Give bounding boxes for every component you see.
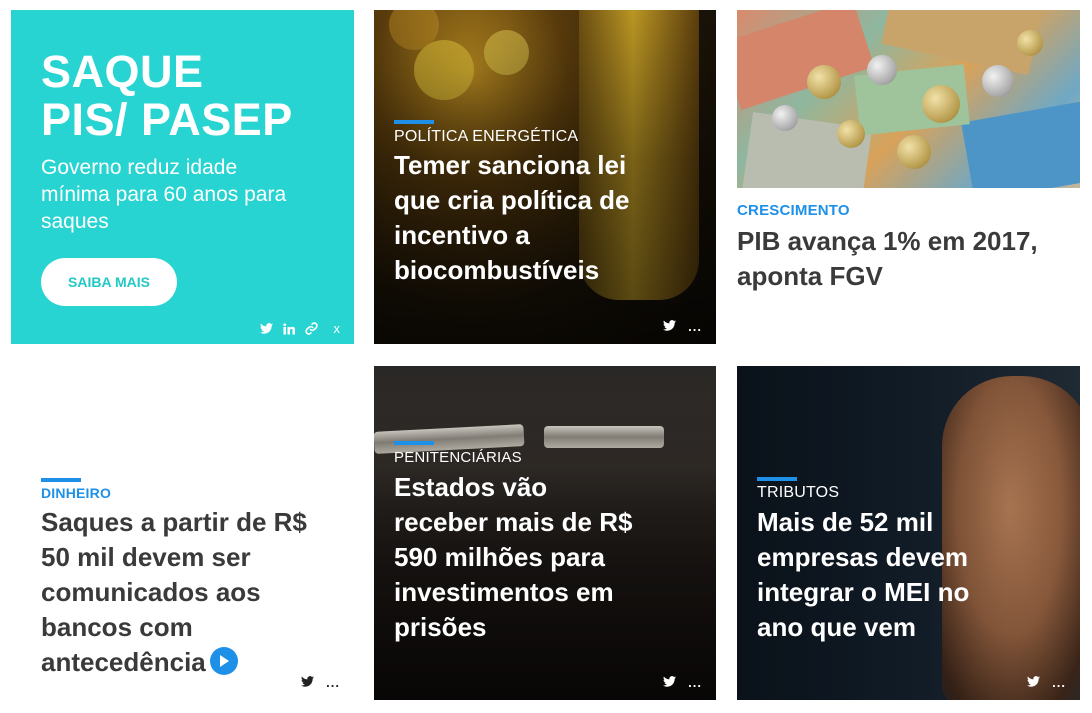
twitter-icon[interactable] xyxy=(1027,674,1041,692)
promo-title-line2: PIS/ PASEP xyxy=(41,94,293,145)
twitter-icon[interactable] xyxy=(663,674,677,692)
category-accent-bar xyxy=(41,478,81,482)
headline[interactable]: Temer sanciona lei que cria política de … xyxy=(394,148,639,288)
money-photo xyxy=(737,10,1080,188)
category-label[interactable]: DINHEIRO xyxy=(41,485,111,501)
linkedin-icon[interactable] xyxy=(282,322,295,335)
twitter-icon[interactable] xyxy=(663,318,677,336)
headline-text: Saques a partir de R$ 50 mil devem ser c… xyxy=(41,507,307,677)
twitter-icon[interactable] xyxy=(259,323,273,334)
news-card-pib[interactable]: CRESCIMENTO PIB avança 1% em 2017, apont… xyxy=(737,10,1080,344)
promo-share-bar: x xyxy=(259,321,341,336)
category-accent-bar xyxy=(394,441,434,445)
news-card-biocombustiveis[interactable]: POLÍTICA ENERGÉTICA Temer sanciona lei q… xyxy=(374,10,716,344)
play-icon[interactable] xyxy=(209,647,238,676)
card-actions: ... xyxy=(301,674,340,692)
more-icon[interactable]: ... xyxy=(326,676,340,689)
category-label[interactable]: CRESCIMENTO xyxy=(737,202,850,219)
headline[interactable]: Saques a partir de R$ 50 mil devem ser c… xyxy=(41,505,321,680)
news-card-dinheiro[interactable]: DINHEIRO Saques a partir de R$ 50 mil de… xyxy=(11,366,354,700)
twitter-icon[interactable] xyxy=(301,674,315,692)
promo-card[interactable]: SAQUE PIS/ PASEP Governo reduz idade míni… xyxy=(11,10,354,344)
card-actions: ... xyxy=(663,318,702,336)
more-icon[interactable]: ... xyxy=(688,320,702,333)
category-label[interactable]: TRIBUTOS xyxy=(757,484,839,502)
close-icon[interactable]: x xyxy=(334,321,341,336)
category-accent-bar xyxy=(757,477,797,481)
category-accent-bar xyxy=(394,120,434,124)
saiba-mais-button[interactable]: SAIBA MAIS xyxy=(41,258,177,306)
promo-title-line1: SAQUE xyxy=(41,46,204,97)
card-actions: ... xyxy=(663,674,702,692)
promo-subtitle: Governo reduz idade mínima para 60 anos … xyxy=(41,156,287,233)
promo-title: SAQUE PIS/ PASEP xyxy=(41,48,293,144)
news-card-tributos[interactable]: TRIBUTOS Mais de 52 mil empresas devem i… xyxy=(737,366,1080,700)
category-label[interactable]: POLÍTICA ENERGÉTICA xyxy=(394,128,578,146)
news-card-penitenciarias[interactable]: PENITENCIÁRIAS Estados vão receber mais … xyxy=(374,366,716,700)
headline[interactable]: PIB avança 1% em 2017, aponta FGV xyxy=(737,224,1072,294)
category-label[interactable]: PENITENCIÁRIAS xyxy=(394,449,522,466)
more-icon[interactable]: ... xyxy=(688,676,702,689)
headline[interactable]: Mais de 52 mil empresas devem integrar o… xyxy=(757,505,987,645)
card-actions: ... xyxy=(1027,674,1066,692)
more-icon[interactable]: ... xyxy=(1052,676,1066,689)
link-icon[interactable] xyxy=(304,322,318,335)
headline[interactable]: Estados vão receber mais de R$ 590 milhõ… xyxy=(394,470,634,645)
